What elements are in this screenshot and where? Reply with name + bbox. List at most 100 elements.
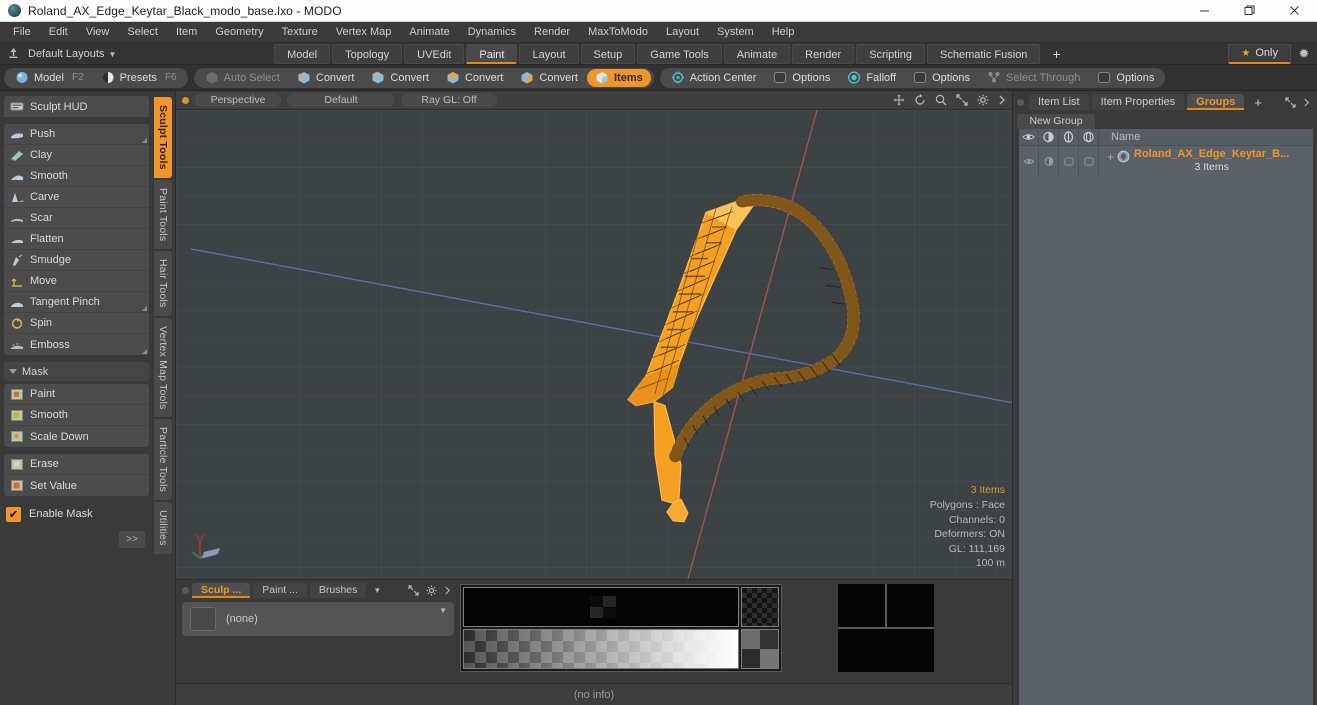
table-row[interactable]: + Roland_AX_Edge_Keytar_B... 3 Items <box>1019 146 1313 176</box>
maximize-button[interactable] <box>1227 0 1272 22</box>
checkbox-icon[interactable]: ✔ <box>6 506 21 522</box>
move-icon[interactable] <box>893 94 905 106</box>
row-name-cell[interactable]: + Roland_AX_Edge_Keytar_B... 3 Items <box>1099 146 1313 176</box>
menu-maxtomodo[interactable]: MaxToModo <box>579 22 657 43</box>
action-center-options-button[interactable]: Options <box>765 69 838 87</box>
chevron-right-icon[interactable] <box>1303 97 1310 108</box>
auto-select-button[interactable]: Auto Select <box>197 69 288 87</box>
viewport-shading-dropdown[interactable]: Default <box>287 93 395 107</box>
tool-clay[interactable]: Clay <box>4 145 149 166</box>
zoom-icon[interactable] <box>935 94 947 106</box>
shading-icon[interactable] <box>1059 128 1079 146</box>
tool-carve[interactable]: Carve <box>4 187 149 208</box>
gradient-alpha-swatch[interactable] <box>741 629 779 669</box>
tool-emboss[interactable]: Emboss <box>4 334 149 355</box>
expand-icon[interactable] <box>408 584 419 596</box>
mask-set-value-button[interactable]: Set Value <box>4 475 149 496</box>
menu-texture[interactable]: Texture <box>273 22 327 43</box>
anchor-icon[interactable] <box>0 43 26 65</box>
tool-push[interactable]: Push <box>4 124 149 145</box>
mask-paint-button[interactable]: Paint <box>4 384 149 405</box>
brush-preset-field[interactable]: (none) ▼ <box>182 602 454 636</box>
tab-scripting[interactable]: Scripting <box>856 43 925 64</box>
viewport-canvas[interactable] <box>176 110 1012 579</box>
tab-layout[interactable]: Layout <box>519 43 579 64</box>
new-group-button[interactable]: New Group <box>1017 114 1095 129</box>
mode-presets-button[interactable]: Presets F6 <box>93 69 185 87</box>
menu-animate[interactable]: Animate <box>400 22 458 43</box>
ink-preview-main[interactable] <box>463 587 739 627</box>
vtab-sculpt-tools[interactable]: Sculpt Tools <box>154 97 172 178</box>
vtab-utilities[interactable]: Utilities <box>154 502 172 554</box>
mask-erase-button[interactable]: Erase <box>4 454 149 475</box>
tab-item-list[interactable]: Item List <box>1029 94 1089 110</box>
menu-edit[interactable]: Edit <box>40 22 77 43</box>
menu-view[interactable]: View <box>77 22 119 43</box>
menu-system[interactable]: System <box>708 22 763 43</box>
viewport-raygl-dropdown[interactable]: Ray GL: Off <box>401 93 497 107</box>
tool-tangent-pinch[interactable]: Tangent Pinch <box>4 292 149 313</box>
mask-smooth-button[interactable]: Smooth <box>4 405 149 426</box>
default-layouts-dropdown[interactable]: Default Layouts ▼ <box>26 48 116 60</box>
vtab-vertex-map-tools[interactable]: Vertex Map Tools <box>154 317 172 418</box>
convert-vertex-button[interactable]: Convert <box>289 69 363 87</box>
tab-animate[interactable]: Animate <box>723 43 791 64</box>
tool-scar[interactable]: Scar <box>4 208 149 229</box>
tab-schematic-fusion[interactable]: Schematic Fusion <box>927 43 1041 64</box>
menu-render[interactable]: Render <box>525 22 579 43</box>
gradient-ramp[interactable] <box>463 629 739 669</box>
tab-paint[interactable]: Paint <box>466 43 518 64</box>
add-tab-button[interactable]: + <box>1042 46 1070 62</box>
vtab-particle-tools[interactable]: Particle Tools <box>154 419 172 501</box>
viewport-3d[interactable]: 3 Items Polygons : Face Channels: 0 Defo… <box>176 110 1012 579</box>
groups-table-empty-area[interactable] <box>1019 176 1313 705</box>
eye-icon[interactable] <box>1019 128 1039 146</box>
row-eye-toggle[interactable] <box>1019 146 1039 176</box>
minimize-button[interactable] <box>1182 0 1227 22</box>
tab-model[interactable]: Model <box>274 43 331 64</box>
menu-help[interactable]: Help <box>763 22 804 43</box>
tab-uvedit[interactable]: UVEdit <box>404 43 465 64</box>
tab-brushes[interactable]: Brushes <box>309 582 367 598</box>
tool-move[interactable]: Move <box>4 271 149 292</box>
expand-toggle-icon[interactable]: + <box>1103 148 1117 164</box>
rotate-icon[interactable] <box>914 94 926 106</box>
add-panel-tab-button[interactable]: + <box>1247 95 1269 110</box>
fit-icon[interactable] <box>956 94 968 106</box>
expand-icon[interactable] <box>1285 96 1296 108</box>
panel-menu-dot-icon[interactable] <box>182 586 189 594</box>
convert-polygon-button[interactable]: Convert <box>438 69 512 87</box>
gear-icon[interactable] <box>426 585 437 596</box>
close-button[interactable] <box>1272 0 1317 22</box>
tab-setup[interactable]: Setup <box>580 43 636 64</box>
falloff-options-button[interactable]: Options <box>905 69 978 87</box>
menu-geometry[interactable]: Geometry <box>206 22 272 43</box>
tab-item-properties[interactable]: Item Properties <box>1091 94 1185 110</box>
menu-item[interactable]: Item <box>167 22 206 43</box>
ink-swatch-panel[interactable] <box>460 584 782 672</box>
row-shading-toggle[interactable] <box>1059 146 1079 176</box>
only-toggle[interactable]: ★ Only <box>1228 43 1291 64</box>
tool-smooth[interactable]: Smooth <box>4 166 149 187</box>
enable-mask-row[interactable]: ✔ Enable Mask <box>4 503 149 525</box>
tab-groups[interactable]: Groups <box>1187 94 1245 110</box>
vtab-hair-tools[interactable]: Hair Tools <box>154 251 172 316</box>
convert-edge-button[interactable]: Convert <box>363 69 437 87</box>
tab-game-tools[interactable]: Game Tools <box>637 43 722 64</box>
viewport-view-dropdown[interactable]: Perspective <box>195 93 281 107</box>
chevron-right-icon[interactable] <box>998 94 1006 106</box>
tool-spin[interactable]: Spin <box>4 313 149 334</box>
menu-dynamics[interactable]: Dynamics <box>459 22 525 43</box>
tab-topology[interactable]: Topology <box>332 43 403 64</box>
brush-preview-panel[interactable] <box>838 584 934 672</box>
chevron-down-icon[interactable]: ▼ <box>439 606 447 615</box>
mode-model-button[interactable]: Model F2 <box>7 69 92 87</box>
items-mode-button[interactable]: Items <box>587 68 651 87</box>
convert-material-button[interactable]: Convert <box>512 69 586 87</box>
mask-section-header[interactable]: Mask <box>4 362 149 381</box>
select-through-options-button[interactable]: Options <box>1089 69 1162 87</box>
tab-sculpt-presets[interactable]: Sculp ... <box>192 582 251 598</box>
viewport-menu-dot-icon[interactable] <box>182 96 189 104</box>
row-render-toggle[interactable] <box>1039 146 1059 176</box>
menu-vertex-map[interactable]: Vertex Map <box>327 22 401 43</box>
